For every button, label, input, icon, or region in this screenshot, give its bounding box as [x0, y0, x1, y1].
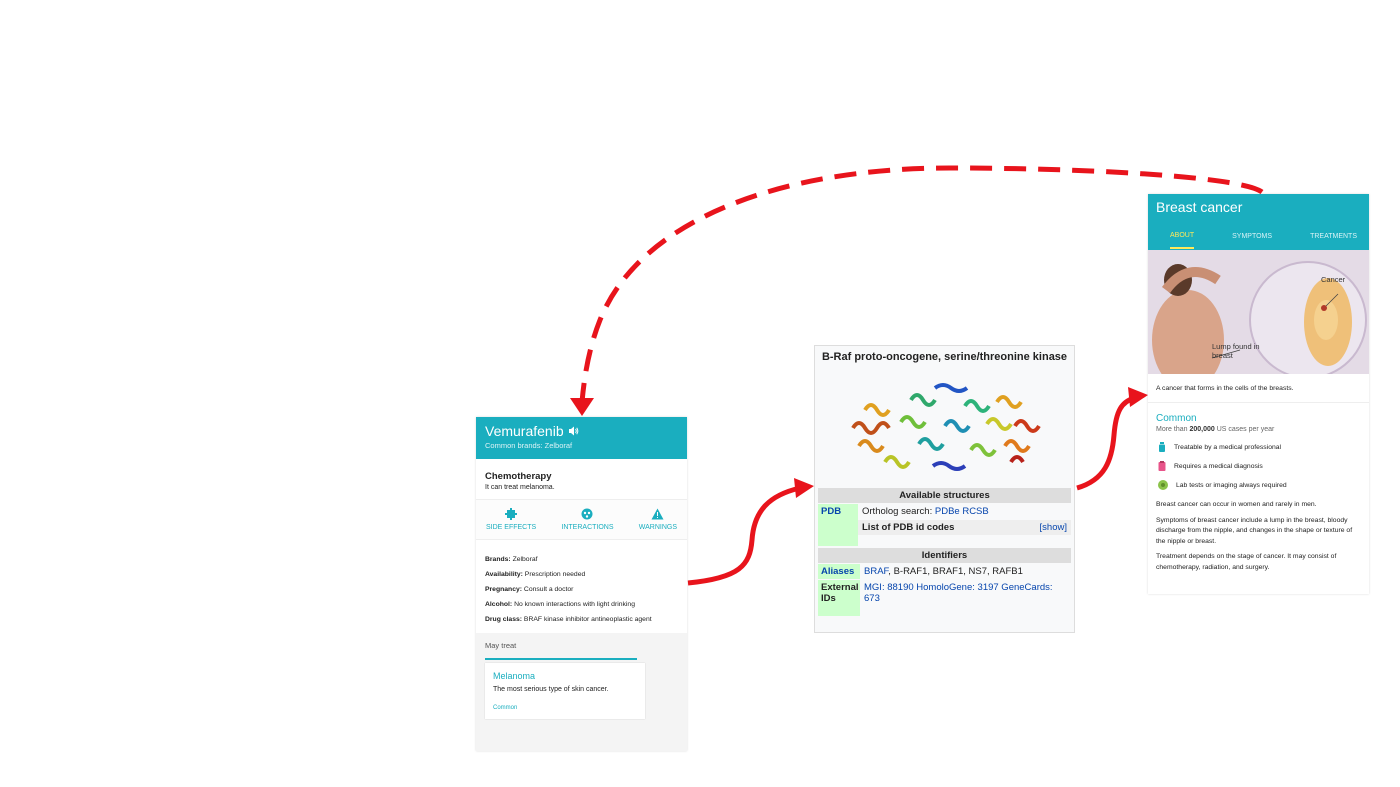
warnings-label: WARNINGS: [638, 524, 677, 531]
drug-class-section: Chemotherapy It can treat melanoma.: [476, 459, 687, 499]
ortholog-links[interactable]: PDBe RCSB: [935, 506, 989, 517]
side-effects-button[interactable]: SIDE EFFECTS: [486, 508, 536, 531]
side-effects-label: SIDE EFFECTS: [486, 524, 537, 531]
lump-label: Lump found in breast: [1212, 342, 1260, 360]
braf-infobox: B-Raf proto-oncogene, serine/threonine k…: [814, 345, 1075, 633]
vemurafenib-card: Vemurafenib Common brands: Zelboraf Chem…: [476, 417, 687, 751]
drug-actions: SIDE EFFECTS INTERACTIONS WARNINGS: [476, 499, 687, 540]
fact-row: Alcohol: No known interactions with ligh…: [485, 601, 635, 608]
available-structures-header: Available structures: [818, 488, 1071, 503]
may-treat-section: May treat Melanoma The most serious type…: [476, 633, 687, 751]
condition-definition: A cancer that forms in the cells of the …: [1148, 374, 1369, 403]
lab-test-icon: [1158, 480, 1168, 490]
external-ids-row: External IDs MGI: 88190 HomoloGene: 3197…: [818, 580, 1071, 616]
prevalence-desc: More than 200,000 US cases per year: [1156, 426, 1275, 433]
protein-structure-image: [815, 366, 1074, 486]
medicine-bottle-icon: [1159, 442, 1165, 452]
drug-subtitle: Common brands: Zelboraf: [485, 441, 573, 450]
drug-facts: Brands: Zelboraf Availability: Prescript…: [476, 540, 687, 633]
aliases-value: BRAF, B-RAF1, BRAF1, NS7, RAFB1: [864, 566, 1023, 577]
external-ids-value[interactable]: MGI: 88190 HomoloGene: 3197 GeneCards: 6…: [860, 580, 1071, 616]
tab-symptoms[interactable]: SYMPTOMS: [1232, 233, 1272, 240]
breast-cancer-card: Breast cancer ABOUT SYMPTOMS TREATMENTS …: [1148, 194, 1369, 594]
melanoma-desc: The most serious type of skin cancer.: [493, 686, 609, 693]
feature-item: Lab tests or imaging always required: [1156, 480, 1361, 490]
fact-row: Drug class: BRAF kinase inhibitor antine…: [485, 616, 652, 623]
feature-item: Treatable by a medical professional: [1156, 442, 1361, 452]
vemurafenib-header: Vemurafenib Common brands: Zelboraf: [476, 417, 687, 459]
warnings-button[interactable]: WARNINGS: [639, 508, 677, 531]
show-link[interactable]: [show]: [1040, 522, 1067, 533]
warning-icon: [651, 508, 664, 520]
drug-class-desc: It can treat melanoma.: [485, 484, 555, 491]
aliases-key: Aliases: [818, 564, 860, 579]
condition-tabs: ABOUT SYMPTOMS TREATMENTS: [1148, 222, 1369, 250]
arrow-head-breast-cancer: [1128, 387, 1148, 407]
fact-row: Availability: Prescription needed: [485, 571, 586, 578]
tab-about[interactable]: ABOUT: [1170, 224, 1195, 249]
arrow-vemurafenib-to-braf: [687, 485, 801, 586]
condition-description: Breast cancer can occur in women and rar…: [1148, 490, 1369, 573]
description-paragraph: Symptoms of breast cancer include a lump…: [1156, 516, 1353, 545]
melanoma-card[interactable]: Melanoma The most serious type of skin c…: [485, 663, 645, 719]
drug-class-title: Chemotherapy: [485, 471, 552, 482]
braf-title: B-Raf proto-oncogene, serine/threonine k…: [821, 351, 1068, 363]
breast-exam-illustration: Cancer Lump found in breast: [1148, 250, 1369, 374]
fact-row: Pregnancy: Consult a doctor: [485, 586, 574, 593]
tab-treatments[interactable]: TREATMENTS: [1310, 233, 1357, 240]
side-effects-icon: [505, 508, 518, 520]
identifiers-header: Identifiers: [818, 548, 1071, 563]
arrow-braf-to-breast-cancer: [1076, 395, 1135, 491]
cancer-label: Cancer: [1321, 275, 1346, 284]
pdb-key: PDB: [818, 504, 858, 546]
interactions-button[interactable]: INTERACTIONS: [561, 508, 614, 531]
external-ids-key: External IDs: [818, 580, 860, 616]
description-paragraph: Breast cancer can occur in women and rar…: [1156, 501, 1317, 508]
aliases-row: Aliases BRAF, B-RAF1, BRAF1, NS7, RAFB1: [818, 564, 1071, 579]
arrow-head-vemurafenib: [570, 398, 594, 416]
pdb-row: PDB Ortholog search: PDBe RCSB List of P…: [818, 504, 1071, 546]
prevalence-title: Common: [1156, 413, 1197, 424]
melanoma-title: Melanoma: [493, 671, 536, 681]
prevalence-section: Common More than 200,000 US cases per ye…: [1148, 403, 1369, 490]
interactions-icon: [581, 508, 593, 520]
description-paragraph: Treatment depends on the stage of cancer…: [1156, 553, 1337, 571]
melanoma-tag: Common: [493, 705, 518, 711]
arrow-head-braf: [794, 478, 814, 498]
clipboard-icon: [1158, 461, 1166, 471]
fact-row: Brands: Zelboraf: [485, 556, 538, 563]
drug-title: Vemurafenib: [485, 423, 564, 439]
pdb-list-label: List of PDB id codes: [862, 522, 955, 533]
ortholog-search: Ortholog search: PDBe RCSB: [862, 506, 989, 517]
feature-item: Requires a medical diagnosis: [1156, 461, 1361, 471]
speaker-icon[interactable]: [568, 423, 579, 439]
condition-title: Breast cancer: [1148, 194, 1369, 222]
interactions-label: INTERACTIONS: [561, 524, 614, 531]
may-treat-label: May treat: [485, 641, 637, 660]
